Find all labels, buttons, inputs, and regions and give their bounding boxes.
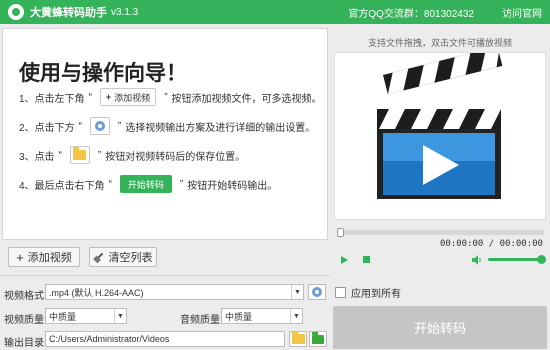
add-video-label: 添加视频 [27, 252, 72, 264]
guide-step-3: 3、点击 “ ” 按钮对视频转码后的保存位置。 [19, 146, 245, 164]
step-text: 按钮开始转码输出。 [187, 180, 278, 192]
step-text: 4、最后点击右下角 [19, 180, 105, 192]
open-folder-button[interactable] [309, 331, 327, 347]
volume-slider[interactable] [488, 255, 546, 264]
app-title: 大黄蜂转码助手 [30, 7, 107, 19]
quote-open: “ [108, 178, 112, 190]
add-video-button[interactable]: + 添加视频 [8, 247, 80, 267]
video-quality-label: 视频质量: [4, 315, 47, 326]
seek-thumb[interactable] [337, 228, 344, 237]
format-value: .mp4 (默认 H.264-AAC) [49, 287, 144, 298]
settings-gear-button[interactable] [308, 284, 326, 300]
quote-close: ” [117, 120, 122, 132]
guide-step-1: 1、点击左下角 “ + 添加视频 ” 按钮添加视频文件，可多选视频。 [19, 88, 322, 106]
play-icon[interactable] [341, 256, 348, 264]
quote-open: “ [88, 91, 92, 103]
stop-icon[interactable] [363, 256, 370, 263]
divider [0, 275, 330, 276]
format-select[interactable]: .mp4 (默认 H.264-AAC) ▼ [45, 284, 304, 300]
step-text: 按钮对视频转码后的保存位置。 [105, 151, 246, 163]
sample-button-label: 添加视频 [114, 92, 151, 103]
video-preview[interactable] [334, 46, 546, 220]
quote-close: ” [97, 149, 102, 161]
volume-icon[interactable] [472, 255, 482, 265]
guide-step-2: 2、点击下方 “ ” 选择视频输出方案及进行详细的输出设置。 [19, 117, 315, 135]
seek-bar[interactable] [337, 228, 544, 237]
step-text: 1、点击左下角 [19, 93, 85, 105]
volume-thumb[interactable] [537, 255, 546, 264]
browse-folder-button[interactable] [289, 331, 307, 347]
settings-gear-icon [89, 117, 110, 135]
video-quality-select[interactable]: 中质量 ▼ [45, 308, 127, 324]
quote-open: “ [78, 120, 82, 132]
official-site-link[interactable]: 访问官网 [502, 5, 542, 20]
quote-close: ” [164, 91, 168, 103]
qq-group-link[interactable]: 官方QQ交流群：801302432 [348, 5, 474, 20]
chevron-down-icon: ▼ [291, 285, 303, 299]
chevron-down-icon: ▼ [114, 309, 126, 323]
time-display: 00:00:00 / 00:00:00 [440, 239, 543, 249]
app-logo-icon [8, 4, 24, 20]
folder-icon [69, 146, 90, 164]
chevron-down-icon: ▼ [290, 309, 302, 323]
step-text: 选择视频输出方案及进行详细的输出设置。 [125, 122, 316, 134]
checkbox-box[interactable] [335, 287, 346, 298]
audio-quality-label: 音频质量: [180, 315, 223, 326]
open-folder-icon [312, 331, 324, 344]
plus-icon: + [16, 249, 24, 265]
output-dir-field[interactable]: C:/Users/Administrator/Videos [45, 331, 285, 347]
clear-list-button[interactable]: 清空列表 [89, 247, 157, 267]
audio-quality-value: 中质量 [225, 311, 253, 322]
step-text: 按钮添加视频文件，可多选视频。 [171, 93, 322, 105]
output-dir-label: 输出目录: [4, 338, 47, 349]
quote-open: “ [58, 149, 62, 161]
clear-list-label: 清空列表 [108, 252, 153, 264]
format-label: 视频格式: [4, 291, 47, 302]
broom-icon [94, 252, 104, 262]
add-video-sample-button: + 添加视频 [99, 88, 157, 106]
step-text: 3、点击 [19, 151, 55, 163]
guide-step-4: 4、最后点击右下角 “ 开始转码 ” 按钮开始转码输出。 [19, 175, 277, 193]
drop-hint: 支持文件拖拽，双击文件可播放视频 [367, 38, 512, 48]
apply-to-all-checkbox[interactable]: 应用到所有 [335, 285, 401, 300]
file-list-guide-panel[interactable]: 使用与操作向导！ 1、点击左下角 “ + 添加视频 ” 按钮添加视频文件，可多选视… [2, 28, 328, 240]
step-text: 2、点击下方 [19, 122, 75, 134]
clapperboard-icon [377, 46, 503, 199]
output-dir-value: C:/Users/Administrator/Videos [49, 334, 170, 344]
app-version: v3.1.3 [111, 6, 139, 18]
start-convert-sample-button: 开始转码 [119, 175, 172, 193]
start-convert-button[interactable]: 开始转码 [333, 306, 547, 349]
audio-quality-select[interactable]: 中质量 ▼ [221, 308, 303, 324]
video-quality-value: 中质量 [49, 311, 77, 322]
title-bar: 大黄蜂转码助手 v3.1.3 官方QQ交流群：801302432 访问官网 [0, 0, 550, 24]
quote-close: ” [179, 178, 184, 190]
gear-icon [312, 287, 322, 297]
apply-to-all-label: 应用到所有 [351, 289, 401, 300]
folder-icon [291, 331, 305, 344]
guide-title: 使用与操作向导！ [19, 61, 187, 85]
